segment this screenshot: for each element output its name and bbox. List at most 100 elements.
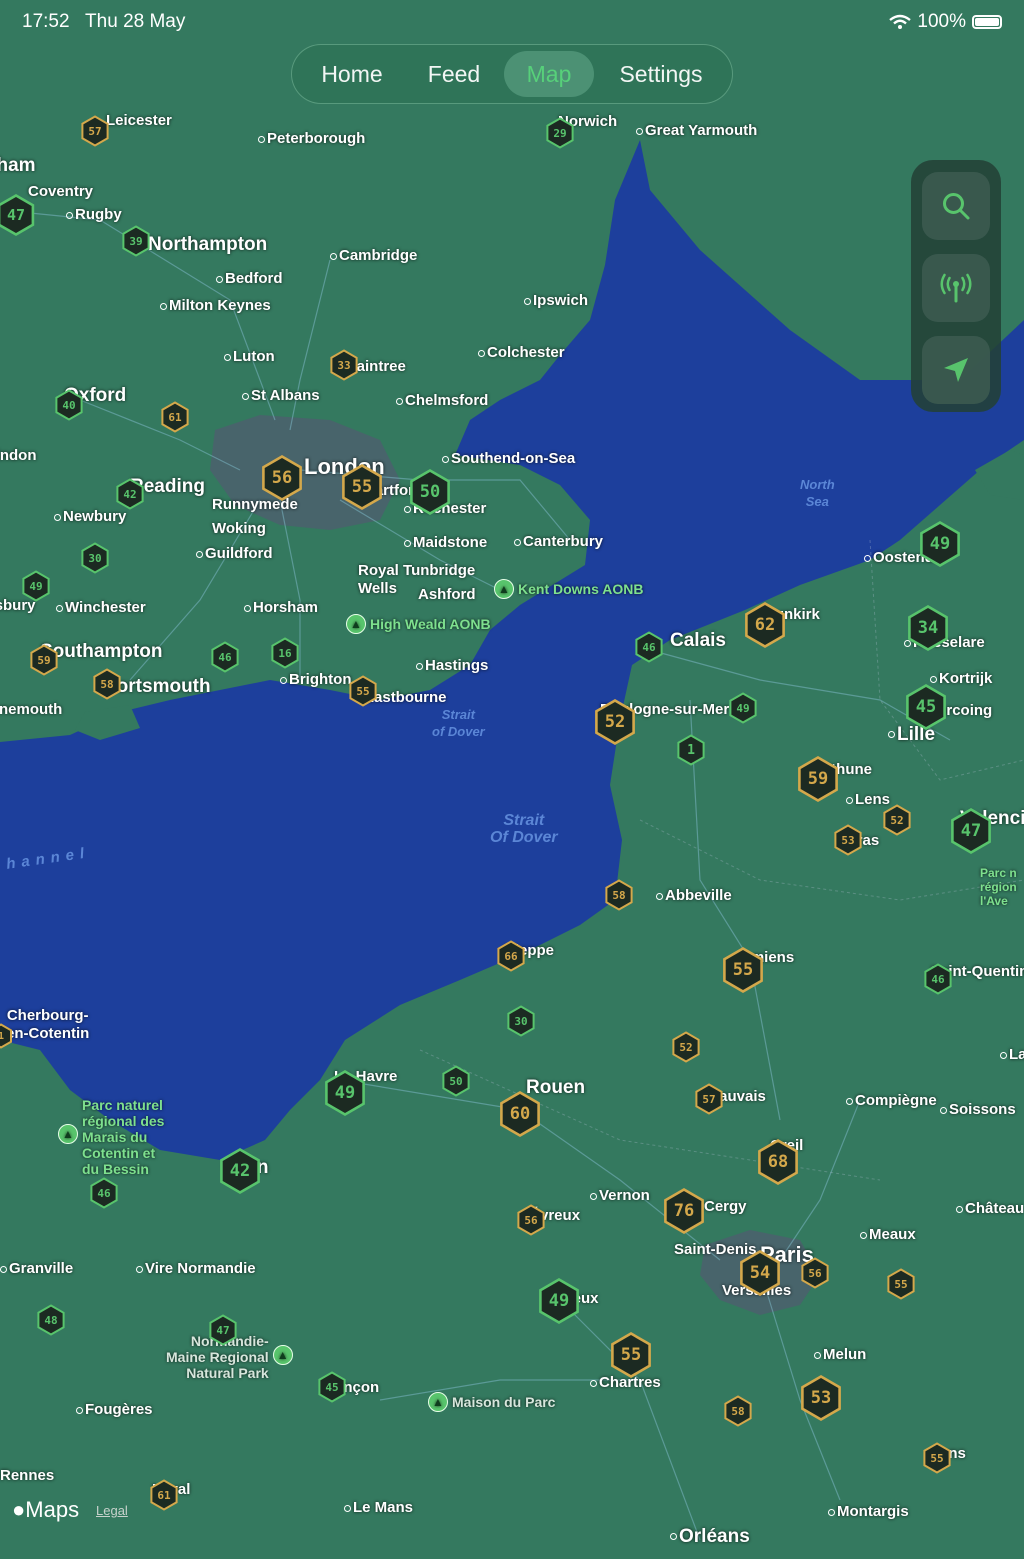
tree-icon: ▲ xyxy=(58,1124,78,1144)
place-label-chateau-thierry: Château xyxy=(956,1200,1024,1218)
cluster-marker[interactable]: 59 xyxy=(795,755,841,802)
poi-marais-cotentin[interactable]: ▲ Parc naturel régional des Marais du Cot… xyxy=(58,1097,164,1177)
search-button[interactable] xyxy=(922,172,990,240)
poi-label: Parc n région l'Ave xyxy=(980,866,1017,908)
cluster-count: 49 xyxy=(334,1083,356,1103)
cluster-marker[interactable]: 49 xyxy=(536,1277,582,1324)
water-label-north-sea: North Sea xyxy=(800,477,835,509)
cluster-marker[interactable]: 58 xyxy=(603,879,635,911)
cluster-marker[interactable]: 30 xyxy=(505,1005,537,1037)
cluster-count: 30 xyxy=(88,551,102,565)
cluster-marker[interactable]: 40 xyxy=(53,389,85,421)
place-label-winchester: Winchester xyxy=(56,599,146,617)
cluster-marker[interactable]: 57 xyxy=(79,115,111,147)
cluster-marker[interactable]: 47 xyxy=(948,807,994,854)
cluster-marker[interactable]: 47 xyxy=(0,193,37,236)
cluster-marker[interactable]: 58 xyxy=(722,1395,754,1427)
locate-button[interactable] xyxy=(922,336,990,404)
wifi-icon xyxy=(889,14,912,29)
cluster-marker[interactable]: 52 xyxy=(881,804,913,836)
place-label-canterbury: Canterbury xyxy=(514,533,603,551)
cluster-marker[interactable]: 45 xyxy=(903,683,949,730)
cluster-marker[interactable]: 48 xyxy=(35,1304,67,1336)
cluster-marker[interactable]: 29 xyxy=(544,117,576,149)
cluster-marker[interactable]: 61 xyxy=(159,401,191,433)
cluster-marker[interactable]: 62 xyxy=(742,601,788,648)
cluster-marker[interactable]: 55 xyxy=(608,1331,654,1378)
cluster-marker[interactable]: 55 xyxy=(339,463,385,510)
place-label-ashford: Ashford xyxy=(418,586,476,603)
cluster-marker[interactable]: 46 xyxy=(209,641,241,673)
cluster-marker[interactable]: 33 xyxy=(328,349,360,381)
cluster-marker[interactable]: 45 xyxy=(316,1371,348,1403)
cluster-marker[interactable]: 47 xyxy=(207,1314,239,1346)
status-time: 17:52 Thu 28 May xyxy=(22,11,186,32)
cluster-marker[interactable]: 55 xyxy=(347,675,379,707)
cluster-marker[interactable]: 57 xyxy=(693,1083,725,1115)
place-label-woking: Woking xyxy=(212,520,266,537)
cluster-marker[interactable]: 56 xyxy=(799,1257,831,1289)
cluster-count: 47 xyxy=(960,821,982,841)
poi-parc-avesnois[interactable]: Parc n région l'Ave xyxy=(980,866,1017,908)
cluster-marker[interactable]: 56 xyxy=(515,1204,547,1236)
cluster-marker[interactable]: 46 xyxy=(922,963,954,995)
antenna-button[interactable] xyxy=(922,254,990,322)
cluster-marker[interactable]: 55 xyxy=(885,1268,917,1300)
cluster-marker[interactable]: 30 xyxy=(79,542,111,574)
cluster-marker[interactable]: 56 xyxy=(259,454,305,501)
cluster-marker[interactable]: 60 xyxy=(497,1090,543,1137)
cluster-count: 60 xyxy=(509,1104,531,1124)
cluster-marker[interactable]: 59 xyxy=(28,644,60,676)
legal-link[interactable]: Legal xyxy=(96,1503,128,1518)
place-label-st-albans: St Albans xyxy=(242,387,320,405)
cluster-marker[interactable]: 16 xyxy=(269,637,301,669)
cluster-marker[interactable]: 61 xyxy=(148,1479,180,1511)
tab-home[interactable]: Home xyxy=(304,51,400,97)
cluster-marker[interactable]: 49 xyxy=(917,520,963,567)
cluster-count: 33 xyxy=(337,358,351,372)
cluster-marker[interactable]: 1 xyxy=(0,1023,14,1049)
place-label-swindon: Swindon xyxy=(0,447,37,464)
cluster-marker[interactable]: 50 xyxy=(407,468,453,515)
cluster-count: 56 xyxy=(524,1213,538,1227)
cluster-count: 49 xyxy=(29,579,43,593)
place-label-bournemouth: Bournemouth xyxy=(0,701,63,718)
cluster-marker[interactable]: 68 xyxy=(755,1138,801,1185)
poi-high-weald[interactable]: ▲ High Weald AONB xyxy=(346,614,491,634)
cluster-marker[interactable]: 34 xyxy=(905,604,951,651)
cluster-marker[interactable]: 53 xyxy=(798,1374,844,1421)
cluster-marker[interactable]: 42 xyxy=(114,478,146,510)
place-label-bedford: Bedford xyxy=(216,270,283,288)
poi-kent-downs[interactable]: ▲ Kent Downs AONB xyxy=(494,579,643,599)
cluster-count: 55 xyxy=(351,477,373,497)
cluster-marker[interactable]: 52 xyxy=(670,1031,702,1063)
cluster-count: 56 xyxy=(808,1266,822,1280)
cluster-marker[interactable]: 58 xyxy=(91,668,123,700)
apple-logo-icon: ● xyxy=(12,1497,26,1522)
cluster-marker[interactable]: 54 xyxy=(737,1249,783,1296)
tab-map[interactable]: Map xyxy=(504,51,594,97)
cluster-marker[interactable]: 55 xyxy=(921,1442,953,1474)
cluster-marker[interactable]: 46 xyxy=(633,631,665,663)
cluster-marker[interactable]: 55 xyxy=(720,946,766,993)
cluster-count: 40 xyxy=(62,398,76,412)
cluster-marker[interactable]: 39 xyxy=(120,225,152,257)
cluster-count: 1 xyxy=(687,742,695,758)
tab-settings[interactable]: Settings xyxy=(604,51,718,97)
cluster-marker[interactable]: 49 xyxy=(20,570,52,602)
poi-maison-du-parc[interactable]: ▲ Maison du Parc xyxy=(428,1392,555,1412)
place-label-nottingham: Nottingham xyxy=(0,155,36,176)
cluster-marker[interactable]: 50 xyxy=(440,1065,472,1097)
cluster-marker[interactable]: 42 xyxy=(217,1147,263,1194)
cluster-marker[interactable]: 53 xyxy=(832,824,864,856)
cluster-marker[interactable]: 52 xyxy=(592,698,638,745)
place-label-great-yarmouth: Great Yarmouth xyxy=(636,122,757,140)
cluster-marker[interactable]: 46 xyxy=(88,1177,120,1209)
cluster-marker[interactable]: 76 xyxy=(661,1187,707,1234)
map-controls xyxy=(911,160,1001,412)
cluster-marker[interactable]: 1 xyxy=(675,734,707,766)
cluster-marker[interactable]: 66 xyxy=(495,940,527,972)
cluster-marker[interactable]: 49 xyxy=(727,692,759,724)
cluster-marker[interactable]: 49 xyxy=(322,1069,368,1116)
tab-feed[interactable]: Feed xyxy=(410,51,498,97)
